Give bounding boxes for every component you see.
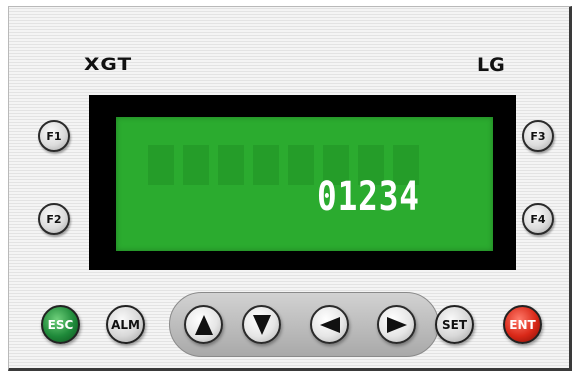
- ent-button[interactable]: ENT: [503, 305, 542, 344]
- arrow-left-icon: [319, 316, 340, 333]
- lcd-bezel: 01234: [89, 95, 516, 270]
- set-button[interactable]: SET: [435, 305, 474, 344]
- esc-button[interactable]: ESC: [41, 305, 80, 344]
- f3-button[interactable]: F3: [522, 120, 554, 152]
- brand-logo-lg: LG: [477, 54, 505, 76]
- arrow-up-button[interactable]: [184, 305, 223, 344]
- arrow-up-icon: [194, 314, 213, 335]
- lcd-screen: 01234: [116, 117, 493, 251]
- arrow-key-pad: [169, 292, 439, 357]
- lcd-display-value: 01234: [317, 174, 420, 220]
- f1-button[interactable]: F1: [38, 120, 70, 152]
- f4-button[interactable]: F4: [522, 203, 554, 235]
- alm-button[interactable]: ALM: [106, 305, 145, 344]
- brand-logo-xgt: XGT: [84, 53, 133, 75]
- arrow-right-button[interactable]: [377, 305, 416, 344]
- f2-button[interactable]: F2: [38, 203, 70, 235]
- arrow-right-icon: [386, 316, 407, 333]
- arrow-left-button[interactable]: [310, 305, 349, 344]
- arrow-down-button[interactable]: [242, 305, 281, 344]
- arrow-down-icon: [252, 314, 271, 335]
- hmi-panel: XGT LG 01234 F1 F2 F3 F4 ESC ALM SET ENT: [8, 6, 572, 371]
